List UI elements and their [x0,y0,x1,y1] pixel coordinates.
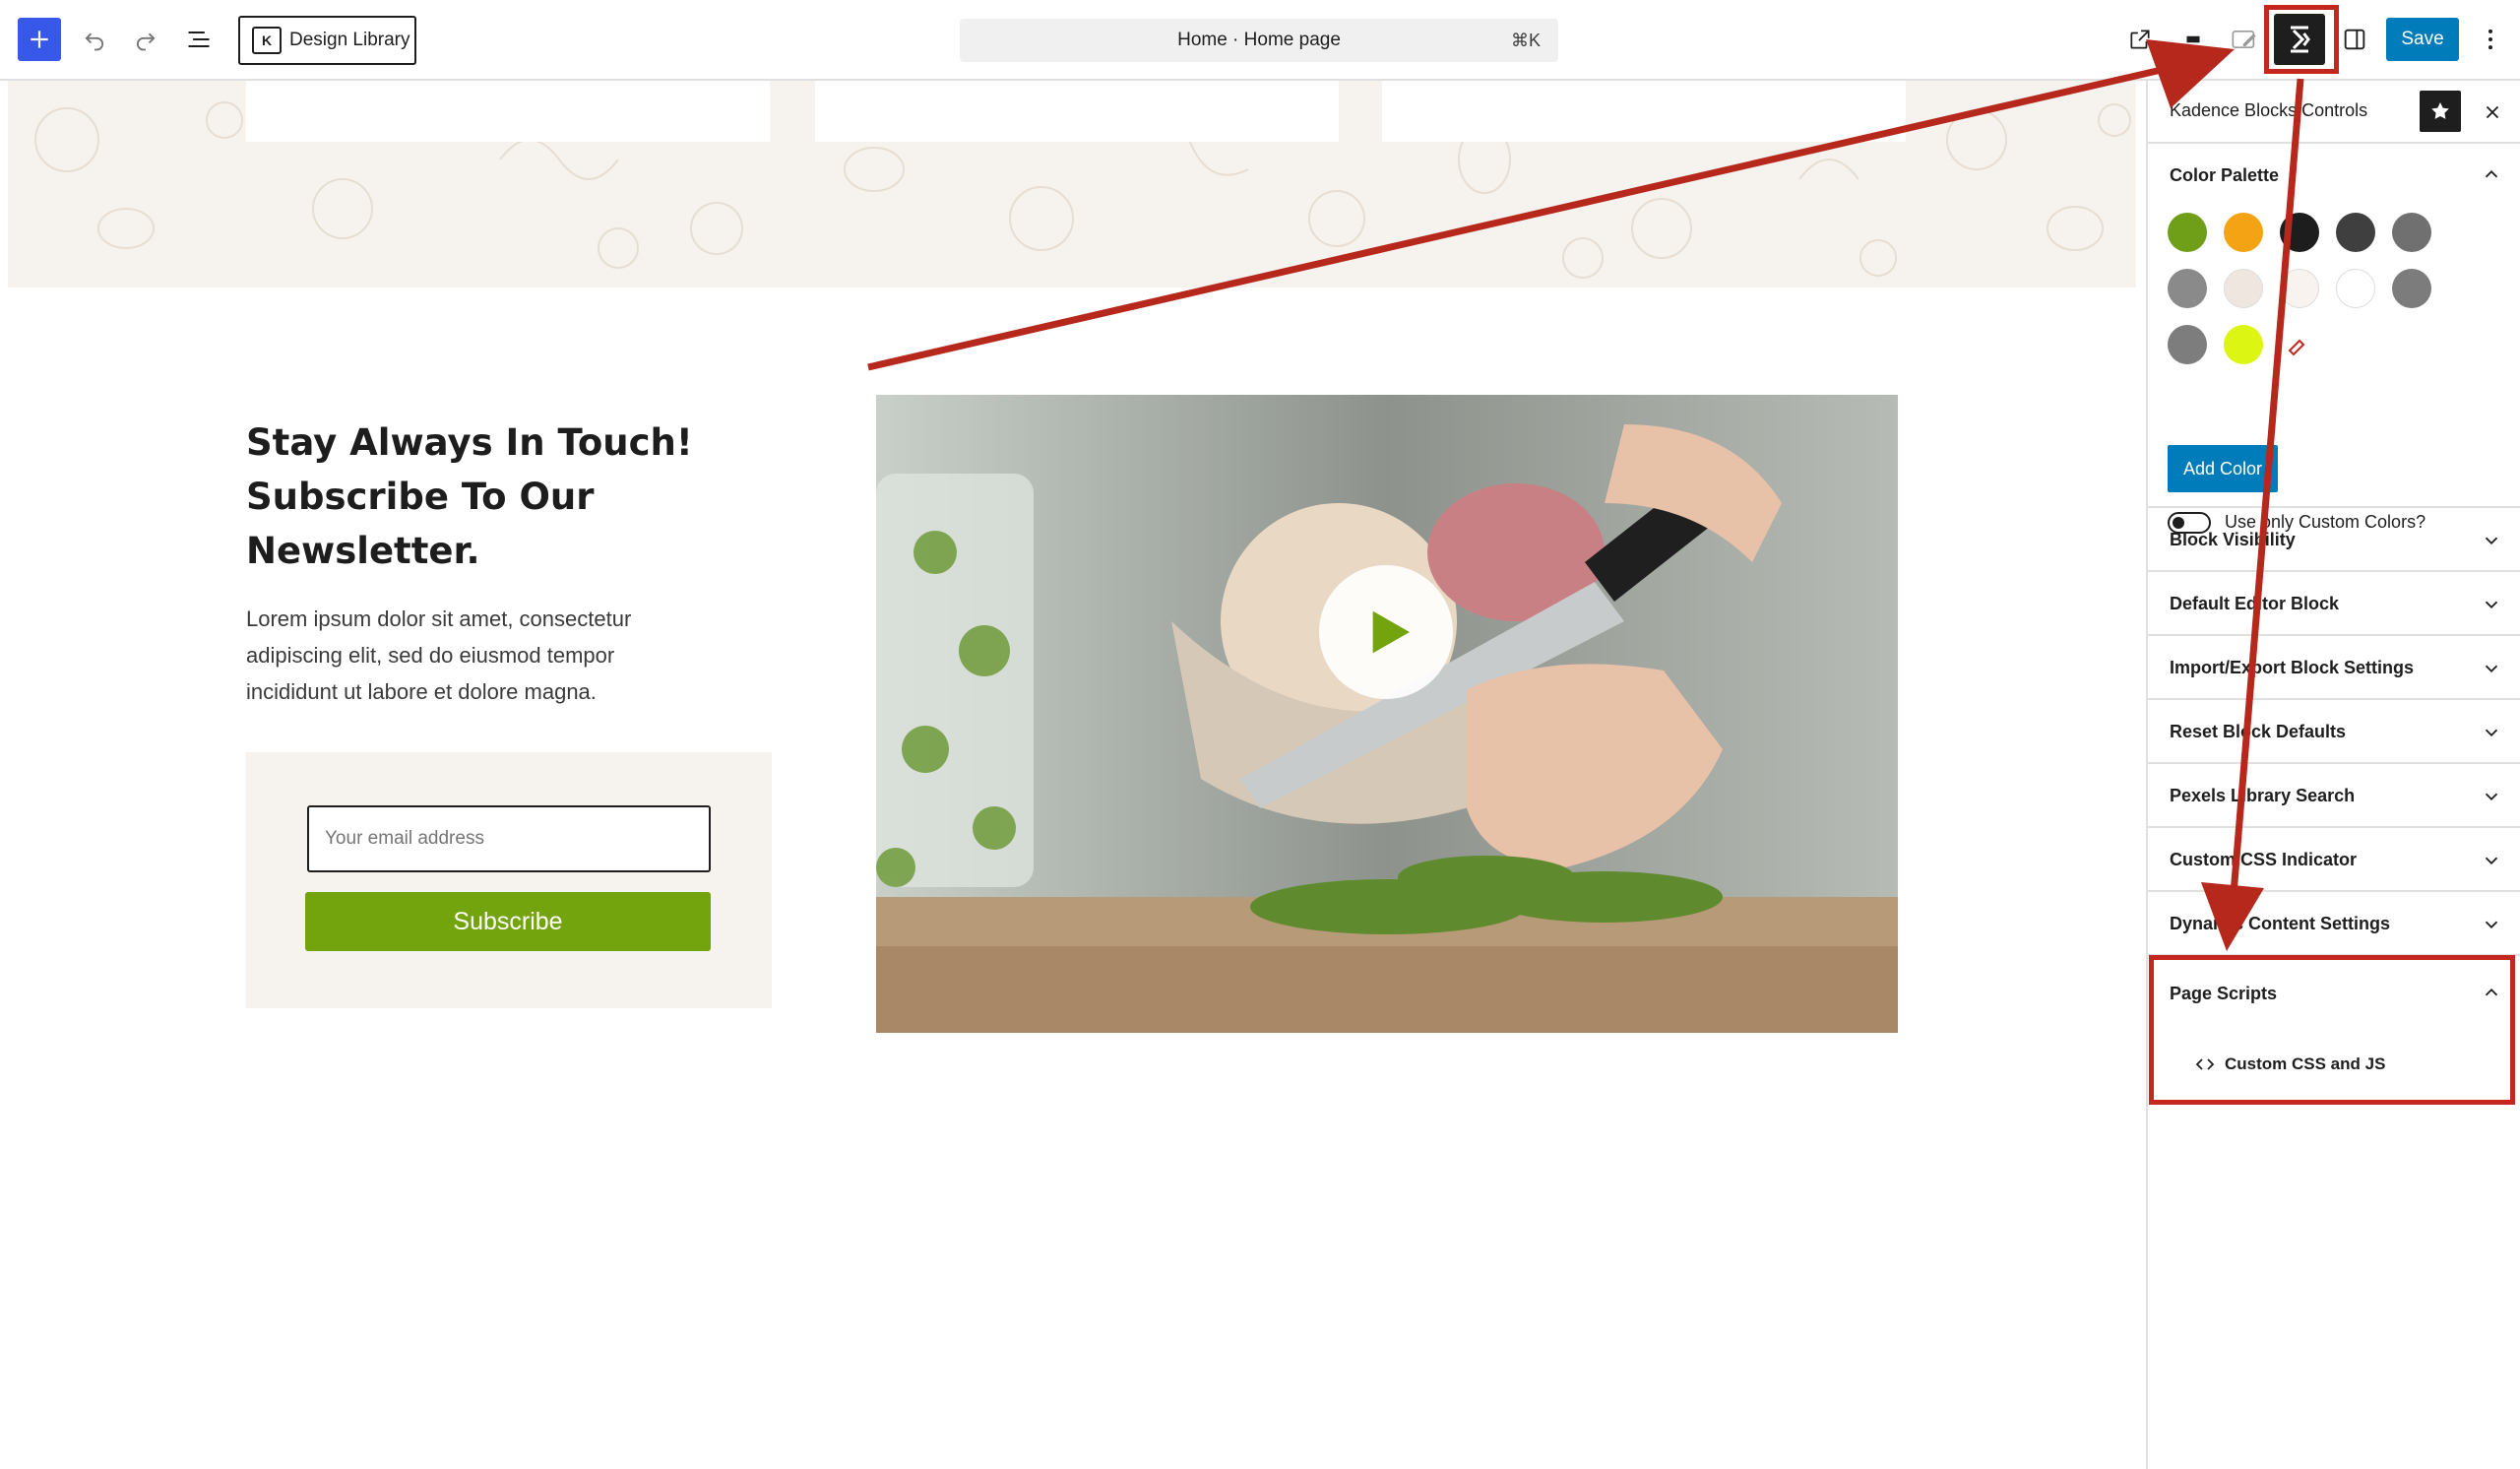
color-swatch[interactable] [2336,269,2375,308]
edit-mode-button[interactable] [2227,22,2262,57]
section-label: Custom CSS Indicator [2170,850,2358,869]
newsletter-heading[interactable]: Stay Always In Touch! Subscribe To Our N… [246,415,719,578]
color-swatch[interactable] [2280,213,2319,252]
command-shortcut: ⌘K [1510,30,1541,50]
view-external-icon [2130,30,2150,49]
redo-button[interactable] [128,22,163,57]
sidebar-header: Kadence Blocks Controls [2148,81,2520,144]
options-button[interactable] [2473,22,2508,57]
command-palette-bar[interactable]: Home · Home page ⌘K [960,19,1558,62]
star-icon [2431,102,2449,119]
chevron-down-icon [2485,729,2498,737]
color-swatch[interactable] [2392,269,2431,308]
document-title: Home · Home page [1177,30,1341,50]
content-card [1382,81,1906,142]
section-import-export[interactable]: Import/Export Block Settings [2148,636,2520,700]
settings-panel-button[interactable] [2337,22,2372,57]
chevron-up-icon[interactable] [2481,163,2502,185]
annotation-highlight-box [2264,5,2339,74]
sidebar-panel-icon [2344,29,2365,50]
section-label: Reset Block Defaults [2170,722,2347,741]
newsletter-description[interactable]: Lorem ipsum dolor sit amet, consectetur … [246,601,689,710]
color-palette-panel: Color Palette Add Color Use only Custom … [2148,144,2520,534]
list-view-button[interactable] [181,22,217,57]
undo-icon [85,32,104,51]
chevron-down-icon [2485,793,2498,801]
content-card [246,81,770,142]
pin-favorite-button[interactable] [2420,91,2461,132]
design-library-label: Design Library [289,30,410,50]
cooking-photo [876,395,1898,1033]
clear-color-icon[interactable] [2286,335,2309,358]
section-dynamic-content-settings[interactable]: Dynamic Content Settings [2148,892,2520,956]
color-swatch[interactable] [2224,325,2263,364]
color-swatch[interactable] [2280,269,2319,308]
undo-button[interactable] [77,22,112,57]
section-label: Default Editor Block [2170,594,2340,613]
add-color-button[interactable]: Add Color [2168,445,2278,492]
list-view-icon [188,31,210,48]
close-icon [2486,105,2499,119]
color-swatch[interactable] [2224,213,2263,252]
more-vertical-icon [2488,29,2492,50]
view-page-button[interactable] [2122,22,2158,57]
subscribe-button[interactable]: Subscribe [305,892,711,951]
section-block-visibility[interactable]: Block Visibility [2148,508,2520,572]
pencil-icon [2232,31,2256,48]
play-icon [1372,610,1410,654]
block-icon [2186,35,2200,43]
annotation-highlight-box [2149,955,2515,1105]
section-pexels-library-search[interactable]: Pexels Library Search [2148,764,2520,828]
close-sidebar-button[interactable] [2475,95,2510,130]
color-swatch[interactable] [2392,213,2431,252]
color-swatch[interactable] [2168,269,2207,308]
color-palette-title[interactable]: Color Palette [2170,165,2279,186]
color-swatch[interactable] [2224,269,2263,308]
chevron-down-icon [2485,665,2498,673]
kadence-controls-sidebar: Kadence Blocks Controls Color Palette Ad… [2146,81,2520,1469]
chevron-down-icon [2485,537,2498,545]
save-button[interactable]: Save [2386,18,2459,61]
design-library-button[interactable]: K Design Library [238,16,416,65]
section-custom-css-indicator[interactable]: Custom CSS Indicator [2148,828,2520,892]
section-reset-block-defaults[interactable]: Reset Block Defaults [2148,700,2520,764]
toolbar-hidden-button[interactable] [2175,22,2211,57]
section-label: Import/Export Block Settings [2170,658,2415,677]
color-swatch[interactable] [2168,325,2207,364]
fruit-pattern-background [8,81,2136,287]
section-label: Dynamic Content Settings [2170,914,2391,933]
chevron-down-icon [2485,921,2498,929]
color-swatch[interactable] [2336,213,2375,252]
video-thumbnail[interactable] [876,395,1898,1033]
subscribe-form: Subscribe [246,752,772,1008]
editor-canvas: Stay Always In Touch! Subscribe To Our N… [0,81,2146,1469]
section-default-editor-block[interactable]: Default Editor Block [2148,572,2520,636]
kadence-logo-icon: K [252,27,282,54]
content-card [815,81,1339,142]
editor-toolbar: K Design Library Home · Home page ⌘K Sav… [0,0,2520,81]
redo-icon [136,32,156,51]
email-field[interactable] [307,805,711,872]
plus-icon [31,31,48,48]
section-label: Block Visibility [2170,530,2296,549]
chevron-down-icon [2485,601,2498,609]
sidebar-title: Kadence Blocks Controls [2170,100,2368,120]
video-play-button[interactable] [1319,565,1453,699]
add-block-button[interactable] [18,18,61,61]
chevron-down-icon [2485,857,2498,865]
color-swatch[interactable] [2168,213,2207,252]
section-label: Pexels Library Search [2170,786,2356,805]
